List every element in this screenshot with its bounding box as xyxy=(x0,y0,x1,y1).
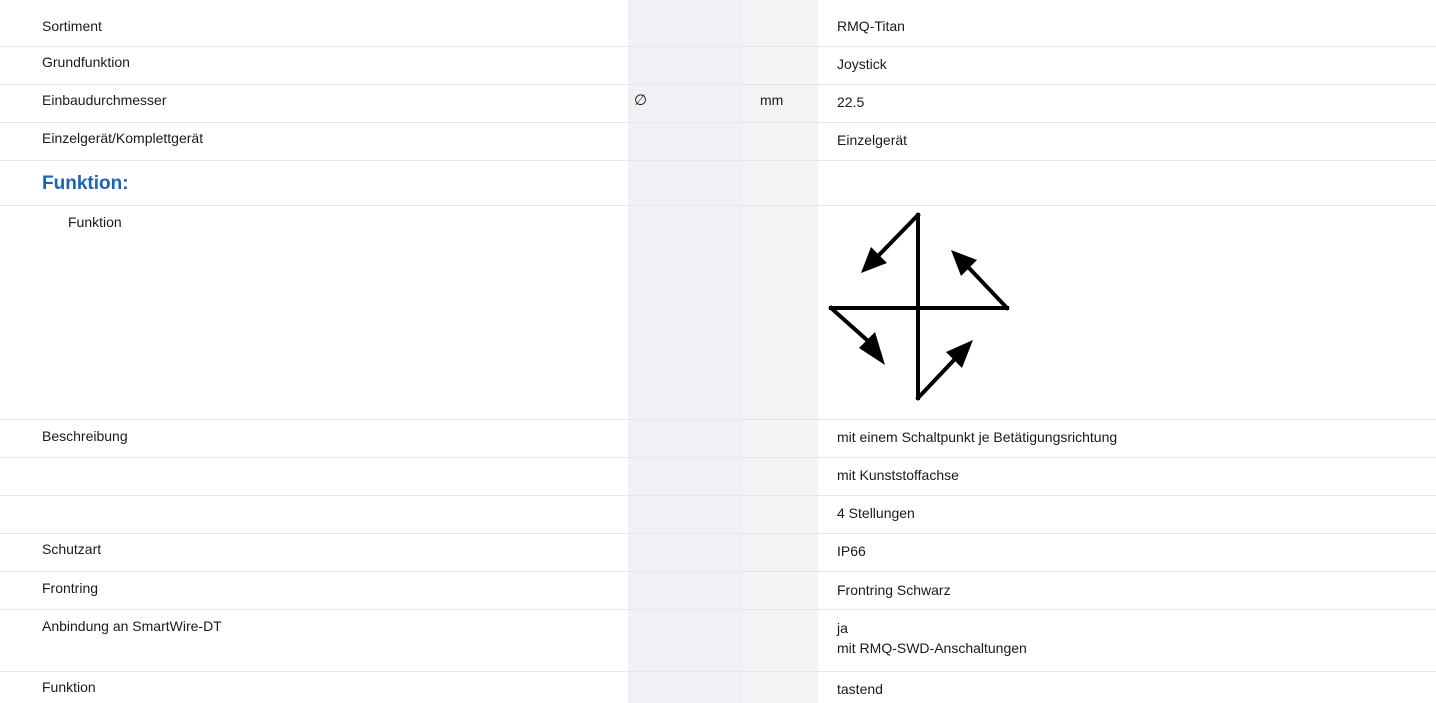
spec-row-frontring: Frontring Frontring Schwarz xyxy=(0,571,1436,610)
row-value: ja xyxy=(837,620,848,636)
row-value: Joystick xyxy=(837,56,887,72)
spec-row-beschreibung: Beschreibung mit einem Schaltpunkt je Be… xyxy=(0,419,1436,458)
row-label: Funktion xyxy=(68,214,122,230)
row-value: mit Kunststoffachse xyxy=(837,467,959,483)
diameter-symbol: ∅ xyxy=(634,92,648,109)
spec-row-funktion-tastend: Funktion tastend xyxy=(0,671,1436,703)
row-label: Einzelgerät/Komplettgerät xyxy=(42,130,204,146)
row-value: RMQ-Titan xyxy=(837,18,905,34)
spec-row-einbaudurchmesser: Einbaudurchmesser ∅ mm 22.5 xyxy=(0,84,1436,123)
row-value: 22.5 xyxy=(837,94,865,110)
row-value: Einzelgerät xyxy=(837,132,908,148)
row-value-line-2: mit RMQ-SWD-Anschaltungen xyxy=(837,640,1027,656)
row-label: Beschreibung xyxy=(42,428,128,444)
spec-row-schutzart: Schutzart IP66 xyxy=(0,533,1436,572)
spec-row-beschreibung-3: 4 Stellungen xyxy=(0,495,1436,534)
section-title-funktion: Funktion: xyxy=(42,173,129,194)
spec-sheet-page: Sortiment RMQ-Titan Grundfunktion Joysti… xyxy=(0,0,1436,703)
row-label: Sortiment xyxy=(42,18,102,34)
row-label: Grundfunktion xyxy=(42,54,130,70)
row-value: tastend xyxy=(837,681,883,697)
section-row-funktion: Funktion: xyxy=(0,160,1436,206)
spec-row-grundfunktion: Grundfunktion Joystick xyxy=(0,46,1436,85)
row-label: Frontring xyxy=(42,580,99,596)
joystick-4-directions-icon xyxy=(828,212,1010,401)
row-value: Frontring Schwarz xyxy=(837,582,951,598)
row-value: IP66 xyxy=(837,543,866,559)
row-label: Funktion xyxy=(42,679,96,695)
spec-row-beschreibung-2: mit Kunststoffachse xyxy=(0,457,1436,496)
row-value: 4 Stellungen xyxy=(837,505,915,521)
row-value: mit einem Schaltpunkt je Betätigungsrich… xyxy=(837,429,1118,445)
unit-label: mm xyxy=(760,92,784,108)
row-label: Anbindung an SmartWire-DT xyxy=(42,618,222,634)
spec-row-sortiment: Sortiment RMQ-Titan xyxy=(0,8,1436,47)
spec-row-smartwire: Anbindung an SmartWire-DT ja mit RMQ-SWD… xyxy=(0,609,1436,672)
spec-row-einzelgeraet: Einzelgerät/Komplettgerät Einzelgerät xyxy=(0,122,1436,161)
spec-row-funktion-icon: Funktion xyxy=(0,205,1436,420)
row-label: Schutzart xyxy=(42,541,102,557)
row-label: Einbaudurchmesser xyxy=(42,92,167,108)
